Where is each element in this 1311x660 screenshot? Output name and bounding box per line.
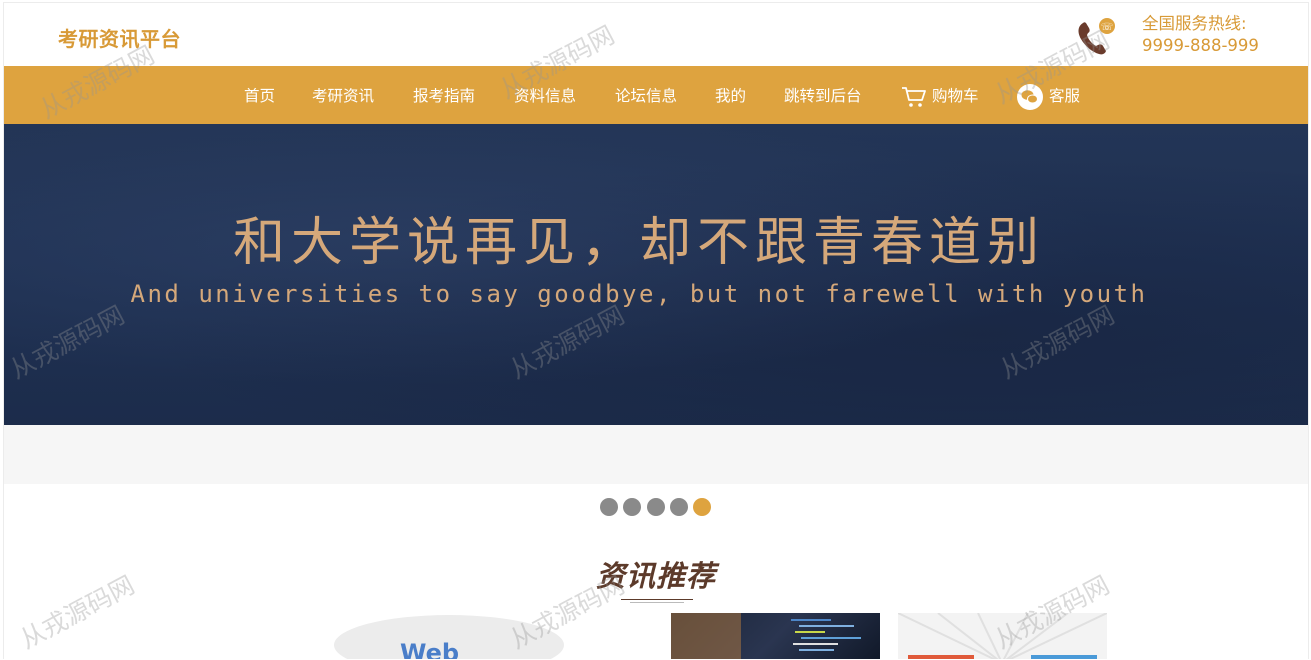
wechat-icon xyxy=(1016,83,1049,110)
carousel-dot-3[interactable] xyxy=(647,498,665,516)
news-card-1[interactable]: Web xyxy=(334,615,564,659)
site-brand[interactable]: 考研资讯平台 xyxy=(58,23,181,52)
nav-forum[interactable]: 论坛信息 xyxy=(615,66,677,124)
code-image xyxy=(671,613,861,659)
banner-title: 和大学说再见，却不跟青春道别 xyxy=(232,213,1045,273)
news-card-1-label: Web xyxy=(400,639,460,659)
banner-subtitle: And universities to say goodbye, but not… xyxy=(130,280,1148,308)
carousel-dot-2[interactable] xyxy=(623,498,641,516)
banner-footer-strip xyxy=(4,425,1308,484)
news-card-2[interactable] xyxy=(671,613,880,659)
nav-exam-guide[interactable]: 报考指南 xyxy=(413,66,475,124)
main-nav: 首页 考研资讯 报考指南 资料信息 论坛信息 我的 跳转到后台 购物车 客服 xyxy=(4,66,1308,124)
hotline-block: 全国服务热线: 9999-888-999 xyxy=(1142,13,1259,57)
cart-icon xyxy=(901,86,932,107)
section-divider xyxy=(621,599,693,600)
hero-banner[interactable]: 和大学说再见，却不跟青春道别 And universities to say g… xyxy=(4,124,1308,425)
carousel-dot-4[interactable] xyxy=(670,498,688,516)
nav-cart[interactable]: 购物车 xyxy=(901,66,978,124)
carousel-dot-1[interactable] xyxy=(600,498,618,516)
nav-admin[interactable]: 跳转到后台 xyxy=(784,66,862,124)
hotline-number: 9999-888-999 xyxy=(1142,36,1259,55)
section-divider-sub xyxy=(630,602,684,603)
nav-service[interactable]: 客服 xyxy=(1016,66,1080,124)
section-title: 资讯推荐 xyxy=(595,559,716,593)
phone-icon: ☏ xyxy=(1074,17,1120,57)
hotline-label: 全国服务热线: xyxy=(1142,14,1247,33)
svg-text:☏: ☏ xyxy=(1101,22,1114,33)
nav-home[interactable]: 首页 xyxy=(244,66,275,124)
nav-service-label: 客服 xyxy=(1048,87,1080,105)
card-3-image xyxy=(898,613,1107,659)
nav-cart-label: 购物车 xyxy=(931,87,979,105)
carousel-dot-5[interactable] xyxy=(693,498,711,516)
page-frame: 考研资讯平台 ☏ 全国服务热线: 9999-888-999 首页 考研资讯 报考… xyxy=(3,2,1309,659)
nav-mine[interactable]: 我的 xyxy=(715,66,746,124)
nav-kaoyan-news[interactable]: 考研资讯 xyxy=(312,66,374,124)
nav-materials[interactable]: 资料信息 xyxy=(514,66,576,124)
news-card-3[interactable] xyxy=(898,613,1107,659)
